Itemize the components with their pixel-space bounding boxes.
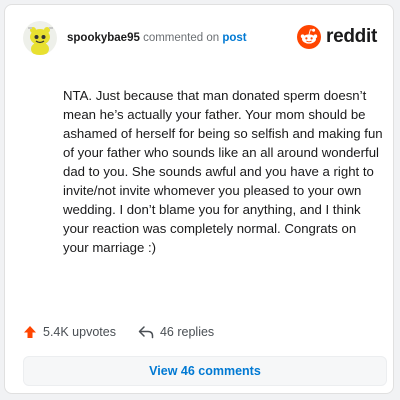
comment-body: NTA. Just because that man donated sperm… [63,88,383,255]
post-link[interactable]: post [222,32,246,44]
replies-button[interactable]: 46 replies [138,325,214,339]
avatar[interactable] [23,21,57,55]
snoo-avatar-icon [23,21,57,55]
upvote-arrow-icon [24,326,36,338]
reddit-brand[interactable]: reddit [297,25,377,49]
reply-arrow-icon [138,326,154,339]
upvote-count: 5.4K upvotes [43,325,116,339]
comment-header: spookybae95 commented on post reddit [23,19,383,59]
reddit-logo-icon [297,25,322,49]
brand-wordmark: reddit [326,26,377,47]
view-comments-button[interactable]: View 46 comments [23,356,387,386]
reply-count: 46 replies [159,325,215,339]
comment-card: spookybae95 commented on post reddit NTA… [4,4,394,394]
username-link[interactable]: spookybae95 [67,32,140,44]
action-text: commented on [143,32,220,44]
comment-actions: 5.4K upvotes 46 replies [23,323,236,341]
comment-meta: spookybae95 commented on post [67,32,247,44]
upvote-button[interactable]: 5.4K upvotes [23,325,116,339]
